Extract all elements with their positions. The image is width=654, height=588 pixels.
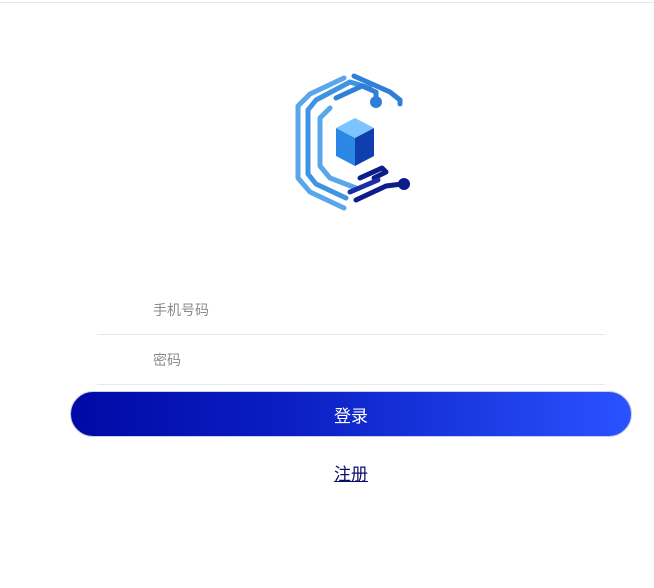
login-button[interactable]: 登录 (70, 391, 632, 437)
login-page: 登录 注册 (0, 0, 654, 588)
phone-input[interactable] (153, 288, 593, 334)
register-link[interactable]: 注册 (0, 460, 654, 485)
phone-field-row (97, 288, 605, 335)
top-divider (0, 2, 654, 3)
password-input[interactable] (153, 338, 593, 384)
circuit-c-cube-icon (295, 73, 410, 211)
password-field-row (97, 338, 605, 385)
